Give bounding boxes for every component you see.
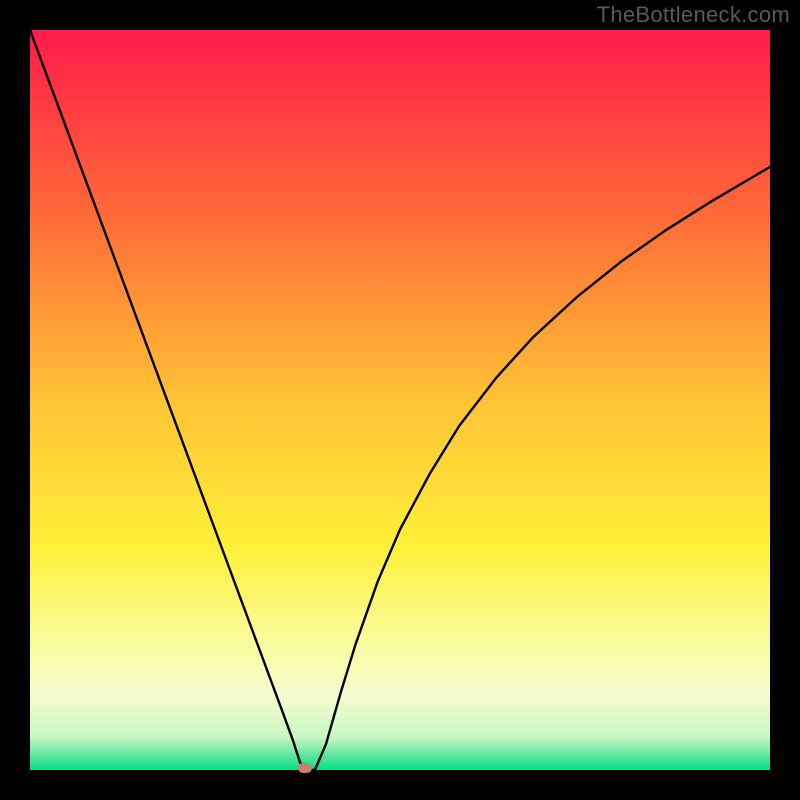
optimum-marker bbox=[298, 763, 312, 773]
watermark-text: TheBottleneck.com bbox=[597, 2, 790, 28]
gradient-background bbox=[30, 30, 770, 770]
chart-svg bbox=[30, 30, 770, 770]
plot-area bbox=[30, 30, 770, 770]
chart-frame: TheBottleneck.com bbox=[0, 0, 800, 800]
